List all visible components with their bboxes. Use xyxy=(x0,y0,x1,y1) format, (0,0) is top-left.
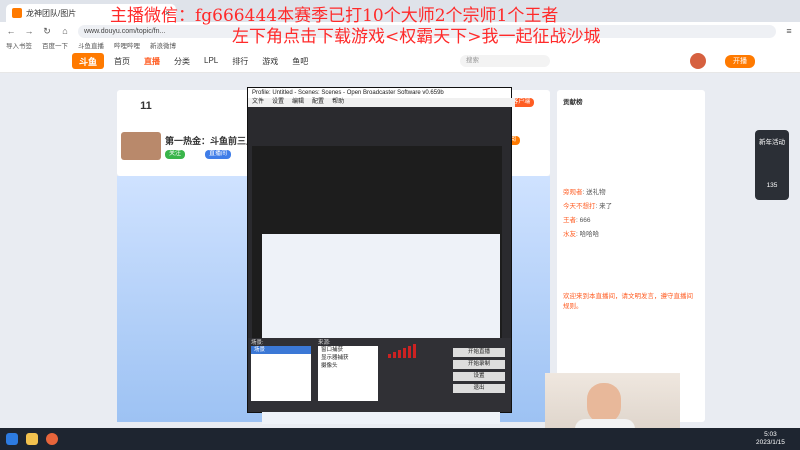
clock: 5:03 2023/1/15 xyxy=(756,431,785,447)
chat-user[interactable]: 今天不想打 xyxy=(563,203,596,210)
obs-menu-bar: 文件 设置 编辑 配置 帮助 xyxy=(248,98,515,107)
obs-menu-profile[interactable]: 配置 xyxy=(312,98,324,107)
chat-text: 哈哈哈 xyxy=(579,231,600,238)
chat-text: 送礼物 xyxy=(586,189,606,196)
rank-box: 11 xyxy=(121,94,171,130)
menu-icon[interactable]: ≡ xyxy=(784,26,794,36)
source-item[interactable]: 显示器捕获 xyxy=(318,354,378,362)
event-label: 新年活动 xyxy=(759,139,785,146)
obs-menu-help[interactable]: 帮助 xyxy=(332,98,344,107)
streamer-avatar[interactable] xyxy=(121,132,161,160)
site-nav: 首页 直播 分类 LPL 排行 游戏 鱼吧 xyxy=(114,56,308,67)
site-logo[interactable]: 斗鱼 xyxy=(72,53,104,69)
chat-row: 旁观者: 送礼物 xyxy=(563,189,606,196)
site-header: 斗鱼 首页 直播 分类 LPL 排行 游戏 鱼吧 搜索 开播 xyxy=(0,50,800,73)
source-item[interactable]: 窗口捕获 xyxy=(318,346,378,354)
site-search-input[interactable]: 搜索 xyxy=(460,55,550,67)
nav-rank[interactable]: 排行 xyxy=(232,56,248,67)
bookmark-item[interactable]: 哔哩哔哩 xyxy=(114,40,140,50)
sources-label: 来源: xyxy=(318,340,331,346)
bookmark-item[interactable]: 斗鱼直播 xyxy=(78,40,104,50)
nav-home[interactable]: 首页 xyxy=(114,56,130,67)
face xyxy=(587,383,621,423)
bookmark-item[interactable]: 百度一下 xyxy=(42,40,68,50)
chat-row: 今天不想打: 来了 xyxy=(563,203,613,210)
obs-window: Profile: Untitled - Scenes: Scenes - Ope… xyxy=(247,87,515,424)
back-icon[interactable]: ← xyxy=(6,26,16,36)
bookmark-item[interactable]: 新浪微博 xyxy=(150,40,176,50)
settings-button[interactable]: 设置 xyxy=(453,372,505,381)
obs-dock: 场景: 来源: 场景 窗口捕获 显示器捕获 摄像头 开始直播 开始录制 设置 退… xyxy=(248,338,511,412)
obs-title: Profile: Untitled - Scenes: Scenes - Ope… xyxy=(248,88,511,98)
forward-icon[interactable]: → xyxy=(24,26,34,36)
chat-row: 王者: 666 xyxy=(563,217,591,224)
overlay-line-2: 左下角点击下载游戏<权霸天下>我一起征战沙城 xyxy=(232,27,601,47)
open-stream-button[interactable]: 开播 xyxy=(725,55,755,68)
obs-menu-settings[interactable]: 设置 xyxy=(272,98,284,107)
bookmark-item[interactable]: 导入书签 xyxy=(6,40,32,50)
firefox-icon[interactable] xyxy=(46,433,58,445)
scene-item[interactable]: 场景 xyxy=(251,346,311,354)
obs-menu-edit[interactable]: 编辑 xyxy=(292,98,304,107)
reload-icon[interactable]: ↻ xyxy=(42,26,52,37)
tag-follow[interactable]: 关注 xyxy=(165,150,186,159)
rank-number: 11 xyxy=(140,100,152,112)
chat-notice: 欢迎来到本直播间，请文明发言，遵守直播间规则。 xyxy=(563,293,693,310)
nav-category[interactable]: 分类 xyxy=(174,56,190,67)
chat-row: 水友: 哈哈哈 xyxy=(563,231,600,238)
nav-games[interactable]: 游戏 xyxy=(262,56,278,67)
exit-button[interactable]: 退出 xyxy=(453,384,505,393)
chat-user[interactable]: 王者 xyxy=(563,217,576,224)
start-record-button[interactable]: 开始录制 xyxy=(453,360,505,369)
chat-header: 贡献榜 xyxy=(563,99,583,106)
tag-room[interactable]: 直播间 xyxy=(205,150,232,159)
taskbar: 5:03 2023/1/15 xyxy=(0,428,800,450)
start-stream-button[interactable]: 开始直播 xyxy=(453,348,505,357)
avatar[interactable] xyxy=(690,53,706,69)
chat-text: 666 xyxy=(579,217,591,224)
clock-time: 5:03 xyxy=(764,431,777,438)
clock-date: 2023/1/15 xyxy=(756,439,785,446)
start-icon[interactable] xyxy=(6,433,18,445)
scenes-label: 场景: xyxy=(251,340,264,346)
source-item[interactable]: 摄像头 xyxy=(318,362,378,370)
folder-icon[interactable] xyxy=(26,433,38,445)
chat-text: 来了 xyxy=(599,203,613,210)
nav-yuba[interactable]: 鱼吧 xyxy=(292,56,308,67)
home-icon[interactable]: ⌂ xyxy=(60,26,70,36)
scenes-list[interactable]: 场景 xyxy=(251,346,311,401)
site-favicon-icon xyxy=(12,8,22,18)
audio-meter xyxy=(388,344,416,358)
chat-user[interactable]: 旁观者 xyxy=(563,189,583,196)
event-count: 135 xyxy=(766,182,778,189)
nav-lpl[interactable]: LPL xyxy=(204,56,218,67)
nav-live[interactable]: 直播 xyxy=(144,56,160,67)
obs-menu-file[interactable]: 文件 xyxy=(252,98,264,107)
sources-list[interactable]: 窗口捕获 显示器捕获 摄像头 xyxy=(318,346,378,401)
chat-user[interactable]: 水友 xyxy=(563,231,576,238)
event-rail[interactable]: 新年活动 135 xyxy=(755,130,789,200)
